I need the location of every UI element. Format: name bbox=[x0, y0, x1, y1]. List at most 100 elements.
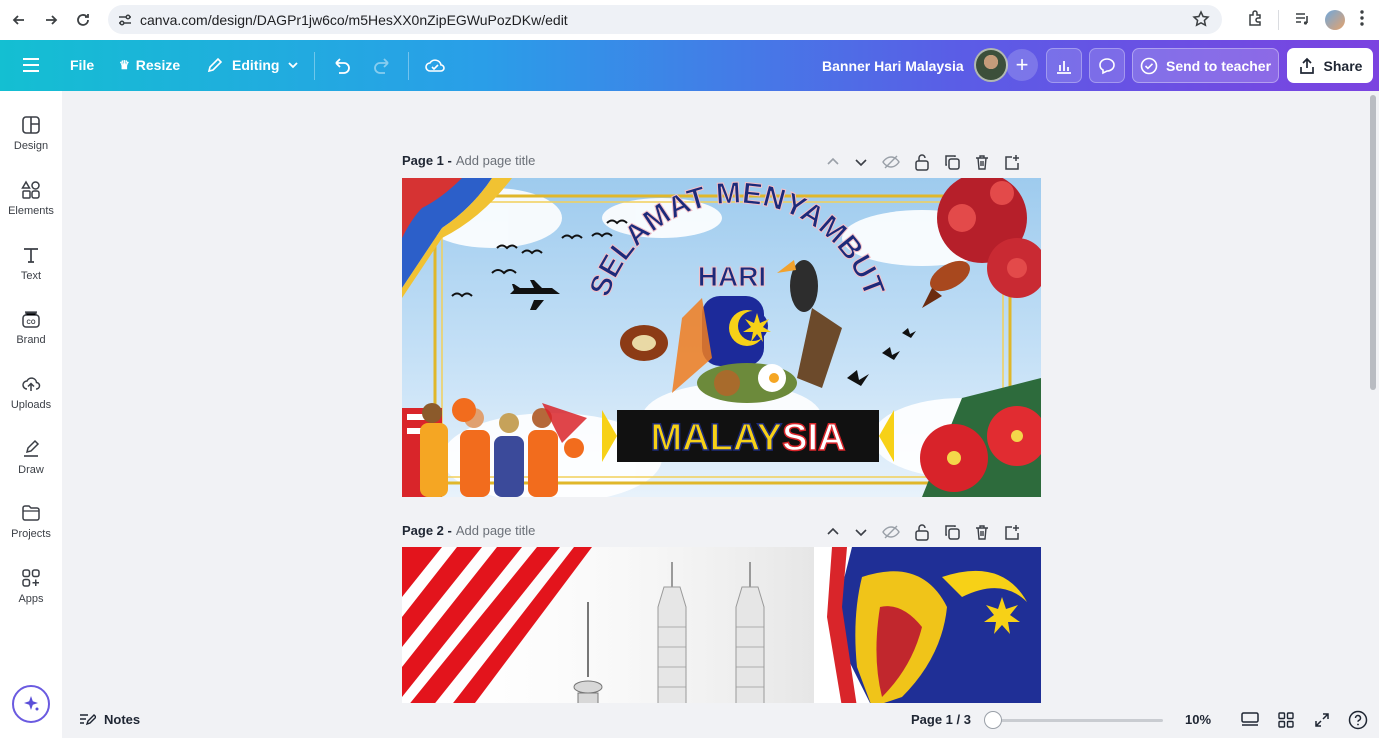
zoom-level[interactable]: 10% bbox=[1185, 712, 1211, 727]
airplane-icon bbox=[510, 280, 560, 310]
design-title[interactable]: Banner Hari Malaysia bbox=[822, 40, 964, 91]
address-bar[interactable]: canva.com/design/DAGPr1jw6co/m5HesXX0nZi… bbox=[108, 5, 1222, 34]
sidebar-item-label: Uploads bbox=[10, 398, 52, 411]
chevron-down-icon[interactable] bbox=[854, 525, 868, 539]
bar-chart-icon bbox=[1057, 60, 1071, 74]
duplicate-icon[interactable] bbox=[944, 524, 960, 540]
add-page-icon[interactable] bbox=[1004, 154, 1020, 170]
help-icon[interactable] bbox=[1348, 710, 1368, 730]
main-menu-icon[interactable] bbox=[22, 57, 40, 78]
page-2-canvas[interactable] bbox=[402, 547, 1041, 703]
fullscreen-icon[interactable] bbox=[1312, 710, 1332, 730]
divider bbox=[314, 52, 315, 80]
banner-country-text-b: SIA bbox=[782, 417, 845, 459]
send-to-teacher-button[interactable]: Send to teacher bbox=[1132, 48, 1279, 83]
browser-menu-icon[interactable] bbox=[1359, 9, 1365, 32]
magic-assistant-button[interactable] bbox=[12, 685, 50, 723]
sidebar-item-label: Text bbox=[20, 269, 42, 282]
page-2-header: Page 2 - Add page title bbox=[402, 523, 535, 538]
editing-label: Editing bbox=[232, 57, 280, 73]
crown-icon: ♛ bbox=[119, 58, 130, 72]
add-page-title-field[interactable]: Add page title bbox=[456, 523, 536, 538]
collaborator-avatar[interactable] bbox=[974, 48, 1008, 82]
banner-country-text-a: MALAY bbox=[651, 417, 783, 459]
extensions-icon[interactable] bbox=[1246, 9, 1264, 32]
chevron-down-icon bbox=[288, 62, 299, 69]
chevron-down-icon[interactable] bbox=[854, 155, 868, 169]
hide-icon[interactable] bbox=[882, 154, 900, 170]
check-circle-icon bbox=[1140, 57, 1158, 74]
chevron-up-icon[interactable] bbox=[826, 155, 840, 169]
divider bbox=[1278, 10, 1279, 30]
duplicate-icon[interactable] bbox=[944, 154, 960, 170]
banner-middle-text: HARI bbox=[698, 261, 766, 292]
page-indicator[interactable]: Page 1 / 3 bbox=[911, 712, 971, 727]
forward-icon[interactable] bbox=[40, 9, 62, 31]
trash-icon[interactable] bbox=[974, 154, 990, 170]
bottom-bar: Notes Page 1 / 3 10% bbox=[62, 703, 1379, 738]
sidebar-item-brand[interactable]: CO Brand bbox=[0, 297, 62, 357]
redo-icon[interactable] bbox=[373, 56, 393, 79]
sidebar-item-label: Design bbox=[13, 139, 49, 152]
share-button[interactable]: Share bbox=[1287, 48, 1373, 83]
pencil-icon bbox=[207, 57, 223, 73]
sidebar-item-elements[interactable]: Elements bbox=[0, 168, 62, 228]
left-sidebar: Design Elements Text CO Brand Uploads Dr… bbox=[0, 91, 62, 738]
page-1-canvas[interactable]: SELAMAT MENYAMBUT HARI MALAYSIA bbox=[402, 178, 1041, 497]
sidebar-item-projects[interactable]: Projects bbox=[0, 491, 62, 551]
add-page-title-field[interactable]: Add page title bbox=[456, 153, 536, 168]
browser-actions bbox=[1246, 0, 1379, 40]
sidebar-item-label: Brand bbox=[16, 333, 46, 346]
vertical-scrollbar[interactable] bbox=[1370, 95, 1376, 390]
chevron-up-icon[interactable] bbox=[826, 525, 840, 539]
media-controls-icon[interactable] bbox=[1293, 9, 1311, 32]
sidebar-item-text[interactable]: Text bbox=[0, 233, 62, 293]
malaysia-emblem bbox=[702, 296, 771, 366]
resize-button[interactable]: ♛ Resize bbox=[119, 57, 180, 73]
editor-topbar: File ♛ Resize Editing Banner Hari Malays… bbox=[0, 40, 1379, 91]
file-menu[interactable]: File bbox=[70, 57, 94, 73]
reload-icon[interactable] bbox=[72, 9, 94, 31]
page-1-tools bbox=[826, 153, 1020, 171]
canvas-area: Page 1 - Add page title SELAMAT MENYAMBU… bbox=[62, 91, 1379, 703]
sidebar-item-label: Apps bbox=[18, 592, 44, 605]
lock-icon[interactable] bbox=[914, 153, 930, 171]
grid-view-icon[interactable] bbox=[1276, 710, 1296, 730]
sidebar-item-label: Projects bbox=[11, 527, 51, 540]
comments-button[interactable] bbox=[1089, 48, 1125, 83]
insights-button[interactable] bbox=[1046, 48, 1082, 83]
sidebar-item-apps[interactable]: Apps bbox=[0, 556, 62, 616]
page-2-artwork bbox=[402, 547, 1041, 703]
zoom-slider-track[interactable] bbox=[987, 719, 1163, 722]
editing-mode-dropdown[interactable]: Editing bbox=[206, 56, 299, 74]
page-2-tools bbox=[826, 523, 1020, 541]
lock-icon[interactable] bbox=[914, 523, 930, 541]
sidebar-item-draw[interactable]: Draw bbox=[0, 427, 62, 487]
text-icon bbox=[24, 247, 38, 263]
sidebar-item-uploads[interactable]: Uploads bbox=[0, 362, 62, 422]
back-icon[interactable] bbox=[8, 9, 30, 31]
add-page-icon[interactable] bbox=[1004, 524, 1020, 540]
bookmark-star-icon[interactable] bbox=[1192, 10, 1210, 33]
notes-button[interactable]: Notes bbox=[78, 711, 140, 727]
share-label: Share bbox=[1323, 57, 1363, 74]
send-to-teacher-label: Send to teacher bbox=[1165, 57, 1272, 74]
cloud-saved-icon[interactable] bbox=[424, 55, 446, 80]
sidebar-item-design[interactable]: Design bbox=[0, 103, 62, 163]
apps-icon bbox=[22, 568, 40, 587]
zoom-slider-handle[interactable] bbox=[984, 711, 1002, 729]
page-1-header: Page 1 - Add page title bbox=[402, 153, 535, 168]
banner-country-text: MALAYSIA bbox=[651, 417, 846, 459]
hide-icon[interactable] bbox=[882, 524, 900, 540]
url-text[interactable]: canva.com/design/DAGPr1jw6co/m5HesXX0nZi… bbox=[140, 12, 568, 28]
sparkle-icon bbox=[24, 696, 39, 711]
site-settings-icon[interactable] bbox=[116, 11, 134, 29]
add-collaborator-button[interactable]: + bbox=[1006, 49, 1038, 81]
trash-icon[interactable] bbox=[974, 524, 990, 540]
undo-icon[interactable] bbox=[331, 56, 351, 79]
browser-toolbar: canva.com/design/DAGPr1jw6co/m5HesXX0nZi… bbox=[0, 0, 1379, 40]
page-view-icon[interactable] bbox=[1240, 710, 1260, 730]
share-icon bbox=[1299, 57, 1314, 74]
profile-avatar[interactable] bbox=[1325, 10, 1345, 30]
svg-text:CO: CO bbox=[27, 320, 36, 326]
